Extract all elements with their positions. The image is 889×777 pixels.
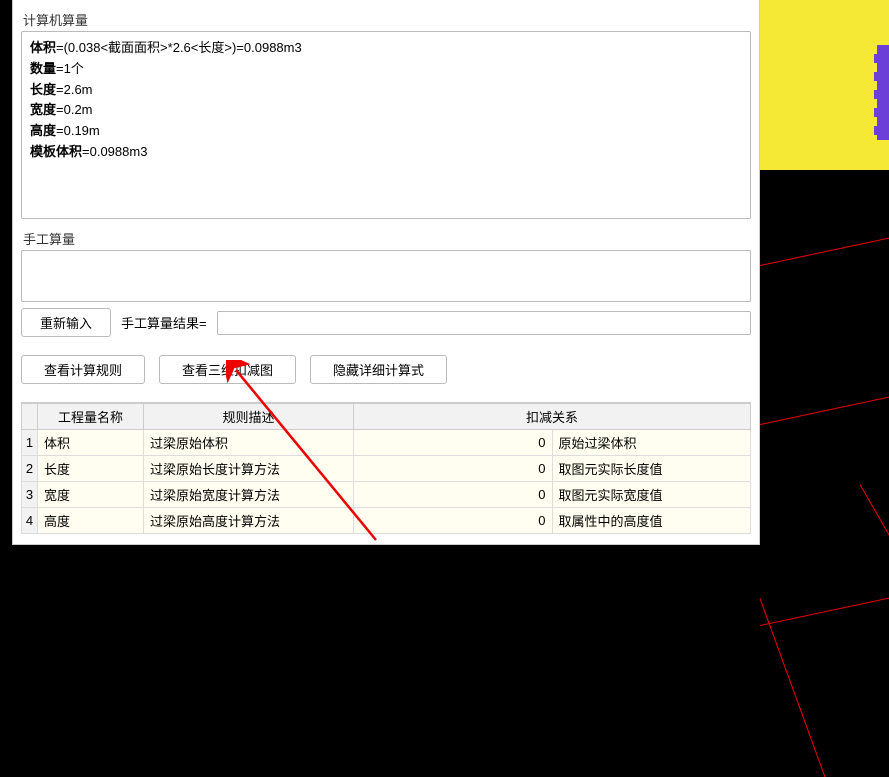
viewport-purple-edge	[877, 45, 889, 140]
calc-line: 模板体积=0.0988m3	[30, 142, 742, 163]
table-header-index	[22, 404, 38, 430]
calculation-panel: 计算机算量 体积=(0.038<截面面积>*2.6<长度>)=0.0988m3 …	[12, 0, 760, 545]
table-header-rule: 规则描述	[144, 404, 354, 430]
view-calc-rules-button[interactable]: 查看计算规则	[21, 355, 145, 384]
viewport-yellow-surface	[759, 0, 889, 170]
computer-calc-output[interactable]: 体积=(0.038<截面面积>*2.6<长度>)=0.0988m3 数量=1个 …	[21, 31, 751, 219]
manual-result-label: 手工算量结果=	[121, 313, 207, 332]
view-3d-deduction-button[interactable]: 查看三维扣减图	[159, 355, 296, 384]
table-row[interactable]: 1 体积 过梁原始体积 0 原始过梁体积	[22, 430, 751, 456]
quantity-table: 工程量名称 规则描述 扣减关系 1 体积 过梁原始体积 0 原始过梁体积 2 长…	[21, 402, 751, 534]
calc-line: 数量=1个	[30, 59, 742, 80]
manual-result-input[interactable]	[217, 311, 751, 335]
reinput-button[interactable]: 重新输入	[21, 308, 111, 337]
calc-line: 体积=(0.038<截面面积>*2.6<长度>)=0.0988m3	[30, 38, 742, 59]
calc-line: 高度=0.19m	[30, 121, 742, 142]
calc-line: 宽度=0.2m	[30, 100, 742, 121]
table-row[interactable]: 4 高度 过梁原始高度计算方法 0 取属性中的高度值	[22, 508, 751, 534]
calc-line: 长度=2.6m	[30, 80, 742, 101]
manual-calc-section-label: 手工算量	[23, 229, 751, 248]
manual-calc-input-area[interactable]	[21, 250, 751, 302]
hide-detail-formula-button[interactable]: 隐藏详细计算式	[310, 355, 447, 384]
computer-calc-section-label: 计算机算量	[23, 10, 751, 29]
table-header-deduction: 扣减关系	[354, 404, 751, 430]
table-row[interactable]: 3 宽度 过梁原始宽度计算方法 0 取图元实际宽度值	[22, 482, 751, 508]
table-row[interactable]: 2 长度 过梁原始长度计算方法 0 取图元实际长度值	[22, 456, 751, 482]
table-header-name: 工程量名称	[38, 404, 144, 430]
